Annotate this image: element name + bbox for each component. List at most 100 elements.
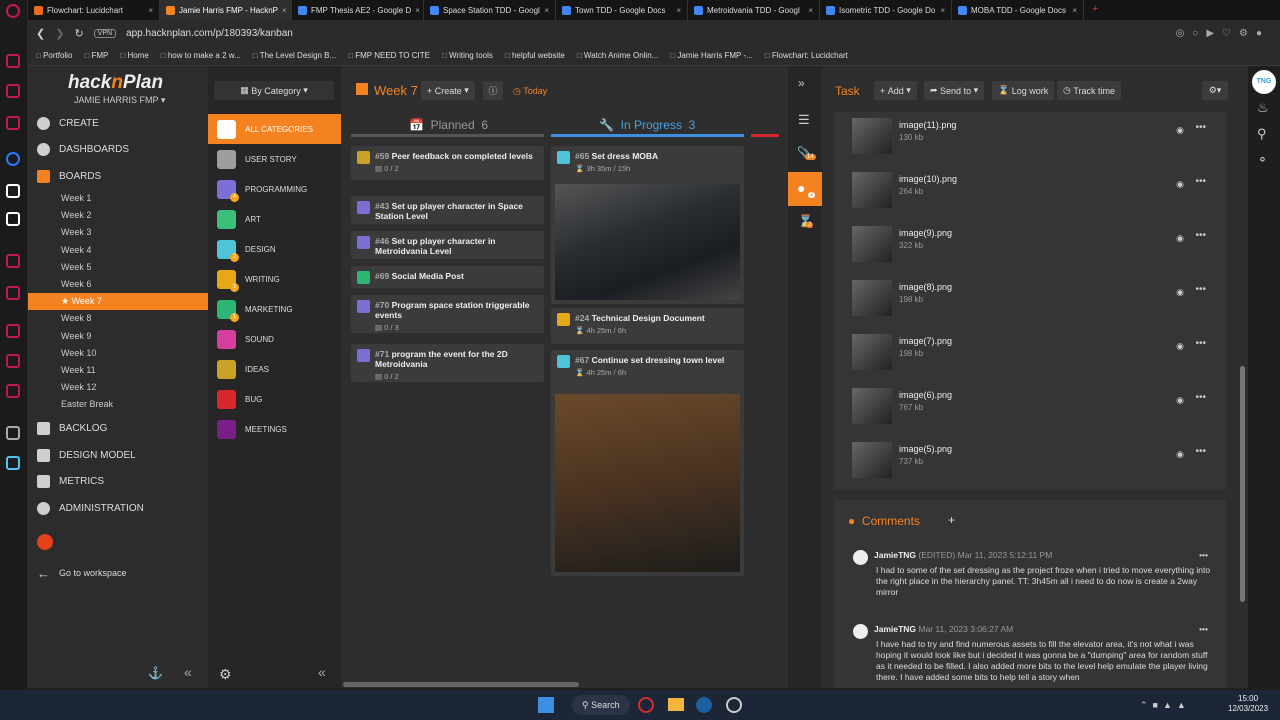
app-icon[interactable]	[726, 697, 742, 713]
browser-tab[interactable]: Space Station TDD - Googl ×	[424, 0, 556, 20]
pin-icon[interactable]: ⚓	[148, 666, 163, 680]
task-card[interactable]: #59 Peer feedback on completed levels ▤ 0…	[351, 146, 544, 180]
horizontal-scrollbar[interactable]	[343, 682, 579, 687]
vpn-badge[interactable]: VPN	[93, 28, 117, 38]
attachment-thumbnail[interactable]	[852, 280, 892, 316]
bookmark-item[interactable]: □ FMP NEED TO CITE	[348, 51, 430, 60]
more-options-icon[interactable]: •••	[1195, 284, 1206, 295]
comment-options-icon[interactable]: •••	[1199, 624, 1208, 634]
board-week-item[interactable]: Week 5	[28, 259, 208, 276]
task-settings-gear-icon[interactable]: ⚙▾	[1202, 81, 1228, 100]
more-options-icon[interactable]: •••	[1195, 122, 1206, 133]
board-week-item[interactable]: Week 9	[28, 328, 208, 345]
discord-icon[interactable]	[6, 212, 20, 226]
eye-icon[interactable]: ◉	[1176, 233, 1184, 244]
board-week-item[interactable]: Week 6	[28, 276, 208, 293]
user-avatar[interactable]	[37, 534, 53, 550]
user-avatar-icon[interactable]: TNG	[1252, 70, 1276, 94]
attachment-name[interactable]: image(7).png	[899, 336, 952, 346]
bookmark-item[interactable]: □ Writing tools	[442, 51, 493, 60]
nav-boards[interactable]: BOARDS	[28, 166, 208, 186]
today-button[interactable]: ◷ Today	[513, 86, 547, 97]
attachment-item[interactable]: image(7).png 198 kb ◉ •••	[834, 328, 1226, 382]
board-week-item[interactable]: Week 4	[28, 242, 208, 259]
attachment-item[interactable]: image(5).png 737 kb ◉ •••	[834, 436, 1226, 490]
tray-icons[interactable]: ⌃■▲▲	[1140, 700, 1191, 711]
info-icon[interactable]: ⓘ	[483, 81, 503, 100]
board-week-item[interactable]: Week 3	[28, 224, 208, 241]
attachment-item[interactable]: image(10).png 264 kb ◉ •••	[834, 166, 1226, 220]
close-tab-icon[interactable]: ×	[808, 6, 813, 15]
expand-icon[interactable]: »	[798, 76, 805, 90]
collapse-categories-icon[interactable]: «	[318, 664, 326, 680]
eye-icon[interactable]: ◉	[1176, 395, 1184, 406]
bookmark-item[interactable]: □ Home	[120, 51, 148, 60]
category-item[interactable]: 1 MARKETING	[208, 294, 341, 324]
bell-icon[interactable]: ♨	[1257, 100, 1269, 116]
clock[interactable]: 15:00 12/03/2023	[1228, 694, 1268, 714]
close-tab-icon[interactable]: ×	[415, 6, 420, 15]
sidebar-app-icon[interactable]	[6, 116, 20, 130]
search-icon[interactable]: ⚲	[1257, 126, 1267, 142]
category-item[interactable]: 1 WRITING	[208, 264, 341, 294]
bookmark-item[interactable]: □ how to make a 2 w...	[161, 51, 241, 60]
attachment-thumbnail[interactable]	[852, 334, 892, 370]
board-week-item[interactable]: Week 12	[28, 379, 208, 396]
url-field[interactable]: app.hacknplan.com/p/180393/kanban	[126, 28, 293, 39]
cube-icon[interactable]	[6, 354, 20, 368]
browser-tab[interactable]: Jamie Harris FMP - HacknP ×	[160, 0, 292, 20]
browser-tab[interactable]: MOBA TDD - Google Docs ×	[952, 0, 1084, 20]
board-week-item[interactable]: ★ Week 7	[28, 293, 208, 311]
nav-goto-workspace[interactable]: ← Go to workspace	[28, 563, 208, 583]
attachment-thumbnail[interactable]	[852, 226, 892, 262]
close-tab-icon[interactable]: ×	[940, 6, 945, 15]
attachment-name[interactable]: image(5).png	[899, 444, 952, 454]
taskbar-search[interactable]: ⚲ Search	[572, 695, 630, 715]
more-options-icon[interactable]: •••	[1195, 230, 1206, 241]
attachment-item[interactable]: image(6).png 767 kb ◉ •••	[834, 382, 1226, 436]
attachment-thumbnail[interactable]	[852, 388, 892, 424]
attachment-item[interactable]: image(11).png 130 kb ◉ •••	[834, 112, 1226, 166]
board-week-item[interactable]: Week 2	[28, 207, 208, 224]
add-button[interactable]: + Add ▾	[874, 81, 917, 100]
opera-taskbar-icon[interactable]	[638, 697, 654, 713]
attachment-thumbnail[interactable]	[852, 172, 892, 208]
browser-tab[interactable]: Flowchart: Lucidchart ×	[28, 0, 160, 20]
eye-icon[interactable]: ◉	[1176, 449, 1184, 460]
board-week-item[interactable]: Easter Break	[28, 396, 208, 413]
history-icon[interactable]	[6, 324, 20, 338]
bookmark-item[interactable]: □ Portfolio	[36, 51, 72, 60]
board-week-item[interactable]: Week 10	[28, 345, 208, 362]
bookmark-item[interactable]: □ Jamie Harris FMP -...	[670, 51, 752, 60]
browser-tab[interactable]: FMP Thesis AE2 - Google D ×	[292, 0, 424, 20]
attachment-thumbnail[interactable]	[852, 442, 892, 478]
task-card[interactable]: #71 program the event for the 2D Metroid…	[351, 344, 544, 382]
bookmark-item[interactable]: □ helpful website	[505, 51, 565, 60]
comment-options-icon[interactable]: •••	[1199, 550, 1208, 560]
settings-icon[interactable]	[6, 384, 20, 398]
reload-icon[interactable]: ↻	[74, 27, 83, 40]
category-item[interactable]: USER STORY	[208, 144, 341, 174]
nav-create[interactable]: CREATE	[28, 113, 208, 133]
browser-tab[interactable]: Metroidvania TDD - Googl ×	[688, 0, 820, 20]
back-icon[interactable]: ❮	[36, 27, 45, 40]
browser-tab[interactable]: Isometric TDD - Google Do ×	[820, 0, 952, 20]
opera-logo-icon[interactable]	[6, 4, 20, 18]
close-tab-icon[interactable]: ×	[544, 6, 549, 15]
nav-backlog[interactable]: BACKLOG	[28, 418, 208, 438]
hourglass-icon[interactable]: ⌛ 2	[798, 214, 814, 228]
bookmark-item[interactable]: □ Watch Anime Onlin...	[577, 51, 658, 60]
bookmark-item[interactable]: □ FMP	[84, 51, 108, 60]
sidebar-app-icon[interactable]	[6, 254, 20, 268]
eye-icon[interactable]: ◉	[1176, 341, 1184, 352]
collapse-icon[interactable]: «	[184, 664, 192, 680]
bookmark-item[interactable]: □ Flowchart: Lucidchart	[765, 51, 848, 60]
forward-icon[interactable]: ❯	[55, 27, 64, 40]
log-work-button[interactable]: ⌛ Log work	[992, 81, 1055, 100]
task-card[interactable]: #24 Technical Design Document ⌛ 4h 25m / …	[551, 308, 744, 344]
track-time-button[interactable]: ◷ Track time	[1057, 81, 1122, 100]
attachment-item[interactable]: image(8).png 198 kb ◉ •••	[834, 274, 1226, 328]
board-week-item[interactable]: Week 8	[28, 310, 208, 327]
task-card[interactable]: #69 Social Media Post	[351, 266, 544, 288]
category-item[interactable]: ART	[208, 204, 341, 234]
